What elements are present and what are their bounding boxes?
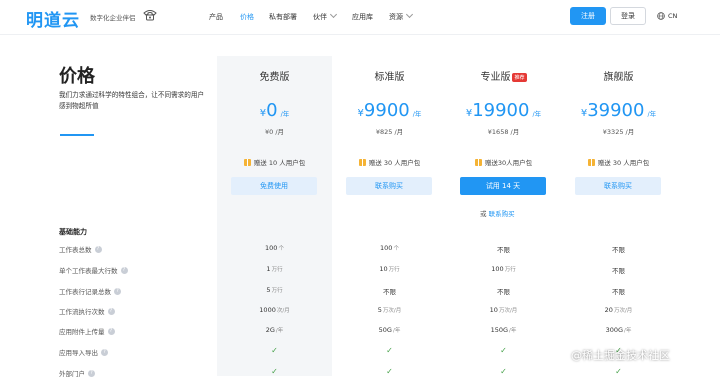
watermark: @稀土掘金技术社区: [571, 349, 670, 362]
feature-value: 5万行: [266, 286, 283, 294]
feature-label: 工作表行记录总数?: [59, 286, 121, 296]
help-icon[interactable]: ?: [101, 348, 108, 356]
nav-partners[interactable]: 伙伴: [313, 10, 338, 22]
check-icon: ✓: [500, 367, 507, 376]
page-description: 我们力求通过科学的特性组合，让不同需求的用户感到物超所值: [59, 91, 205, 110]
feature-value: 5万次/月: [377, 306, 402, 314]
phone-icon[interactable]: [143, 9, 157, 21]
feature-label: 应用附件上传量?: [59, 326, 115, 336]
feature-value: 不限: [497, 246, 510, 254]
plan-monthly-price: ¥1658 /月: [487, 128, 520, 136]
plan-name: 免费版: [259, 72, 290, 83]
plan-price: ¥19900/年: [465, 100, 542, 121]
help-icon[interactable]: ?: [120, 266, 128, 274]
page-title: 价格: [59, 66, 95, 87]
section-title: 基础能力: [59, 228, 87, 236]
nav-products[interactable]: 产品: [209, 12, 223, 22]
language-selector[interactable]: CN: [657, 12, 677, 20]
feature-value: 2G/年: [265, 326, 284, 334]
chevron-down-icon: [329, 10, 338, 19]
title-underline: [60, 134, 94, 136]
feature-value: 1000次/月: [259, 306, 290, 314]
slogan: 数字化企业伴侣: [90, 14, 136, 22]
feature-label: 工作表总数?: [59, 244, 102, 254]
feature-value: 1万行: [266, 265, 283, 273]
gift-icon: [243, 158, 251, 166]
feature-value: 不限: [612, 267, 625, 275]
nav-app-library[interactable]: 应用库: [352, 12, 373, 22]
feature-label: 外部门户?: [59, 368, 95, 378]
feature-value: 不限: [612, 246, 625, 254]
check-icon: ✓: [386, 346, 393, 355]
nav-resources[interactable]: 资源: [389, 10, 414, 22]
plan-monthly-price: ¥0 /月: [264, 128, 285, 136]
top-navbar: 明道云 数字化企业伴侣 产品 价格 私有部署 伙伴 应用库 资源 注册 登录 C…: [0, 0, 720, 35]
plan-gift: 赠送 30 人用户包: [332, 157, 447, 167]
plan-price: ¥0/年: [259, 100, 290, 121]
logo[interactable]: 明道云: [26, 6, 80, 31]
feature-value: 不限: [383, 288, 396, 296]
gift-icon: [474, 158, 482, 166]
free-use-button[interactable]: 免费使用: [231, 177, 317, 195]
feature-label: 应用导入导出?: [59, 347, 108, 357]
alt-action: 或 联系购买: [480, 210, 515, 218]
help-icon[interactable]: ?: [94, 245, 102, 253]
feature-value: 100个: [265, 244, 284, 252]
plan-name: 旗舰版: [603, 72, 634, 83]
help-icon[interactable]: ?: [107, 327, 115, 335]
plan-name: 专业版 推荐: [480, 72, 527, 83]
plan-gift: 赠送 30 人用户包: [561, 157, 676, 167]
contact-purchase-link[interactable]: 联系购买: [489, 210, 515, 218]
plan-gift: 赠送30人用户包: [446, 157, 561, 167]
nav-private-deploy[interactable]: 私有部署: [269, 12, 297, 22]
plan-name: 标准版: [374, 72, 405, 83]
gift-icon: [587, 158, 595, 166]
feature-value: 10万次/月: [489, 306, 518, 314]
feature-value: 300G/年: [605, 326, 632, 334]
feature-value: 10万行: [379, 265, 400, 273]
check-icon: ✓: [271, 367, 278, 376]
recommended-badge: 推荐: [512, 72, 527, 82]
register-button[interactable]: 注册: [570, 7, 606, 25]
feature-value: 20万次/月: [604, 306, 633, 314]
check-icon: ✓: [615, 367, 622, 376]
check-icon: ✓: [386, 367, 393, 376]
plan-gift: 赠送 10 人用户包: [217, 157, 332, 167]
help-icon[interactable]: ?: [88, 369, 95, 377]
contact-purchase-button[interactable]: 联系购买: [346, 177, 432, 195]
feature-label: 工作流执行次数?: [59, 306, 115, 316]
contact-purchase-button[interactable]: 联系购买: [575, 177, 661, 195]
plan-price: ¥39900/年: [580, 100, 657, 121]
login-button[interactable]: 登录: [610, 7, 646, 25]
feature-label: 单个工作表最大行数?: [59, 265, 128, 275]
globe-icon: [657, 12, 665, 20]
feature-value: 100个: [380, 244, 399, 252]
language-label: CN: [668, 12, 678, 20]
feature-value: 150G/年: [490, 326, 517, 334]
check-icon: ✓: [271, 346, 278, 355]
feature-value: 100万行: [491, 265, 516, 273]
plan-monthly-price: ¥3325 /月: [602, 128, 635, 136]
nav-pricing[interactable]: 价格: [240, 12, 254, 22]
plan-price: ¥9900/年: [357, 100, 422, 121]
feature-value: 不限: [497, 288, 510, 296]
trial-button[interactable]: 试用 14 天: [460, 177, 546, 195]
chevron-down-icon: [405, 10, 414, 19]
gift-icon: [358, 158, 366, 166]
help-icon[interactable]: ?: [107, 307, 115, 315]
help-icon[interactable]: ?: [114, 287, 121, 295]
check-icon: ✓: [500, 346, 507, 355]
plan-monthly-price: ¥825 /月: [375, 128, 404, 136]
feature-value: 50G/年: [378, 326, 401, 334]
feature-value: 不限: [612, 288, 625, 296]
